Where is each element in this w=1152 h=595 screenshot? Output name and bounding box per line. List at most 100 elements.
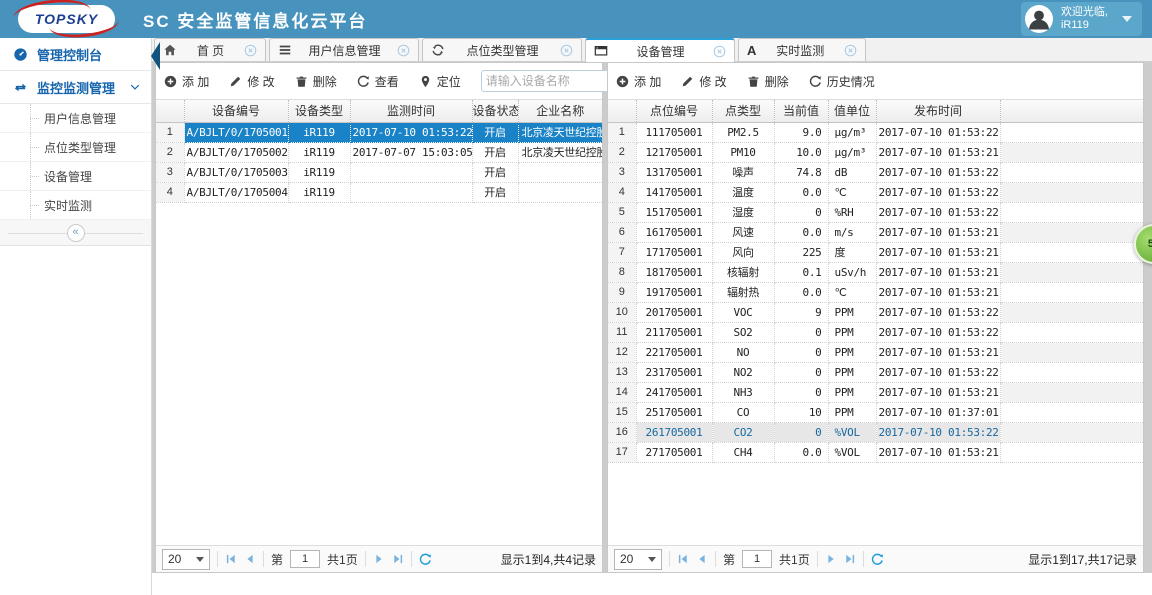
add-button[interactable]: 添 加 (164, 73, 209, 90)
cell: CO (712, 402, 775, 423)
user-dropdown-caret-icon[interactable] (1122, 16, 1132, 22)
delete-button[interactable]: 删除 (747, 73, 789, 90)
first-page-button[interactable] (225, 553, 237, 565)
cell: 2017-07-10 01:53:21 (876, 142, 1001, 163)
page-number-input[interactable] (290, 550, 321, 568)
device-pagination-bar: 20 第 共1页 显示1到4,共4记录 (156, 545, 602, 572)
table-row[interactable]: 4 A/BJLT/0/1705004 iR119 开启 (156, 182, 602, 203)
cell: 2017-07-10 01:53:22 (876, 422, 1001, 443)
first-page-button[interactable] (677, 553, 689, 565)
page-size-select[interactable]: 20 (162, 548, 210, 570)
tab-point-type[interactable]: 点位类型管理 (422, 38, 582, 61)
edit-button[interactable]: 修 改 (681, 73, 727, 90)
header-filler (1000, 100, 1143, 123)
sidebar-item-point-type[interactable]: 点位类型管理 (0, 133, 151, 162)
tab-realtime[interactable]: A 实时监测 (738, 38, 866, 61)
history-button[interactable]: 历史情况 (809, 73, 875, 90)
table-row[interactable]: 2 A/BJLT/0/1705002 iR119 2017-07-07 15:03:0… (156, 142, 602, 163)
table-row[interactable]: 1 A/BJLT/0/1705001 iR119 2017-07-10 01:53:2… (156, 122, 602, 143)
locate-button[interactable]: 定位 (419, 73, 461, 90)
column-header: 点位编号 (636, 100, 713, 123)
add-button[interactable]: 添 加 (616, 73, 661, 90)
view-button[interactable]: 查看 (357, 73, 399, 90)
cell: 2017-07-10 01:53:21 (876, 342, 1001, 363)
cell: 0.0 (774, 182, 829, 203)
tab-home[interactable]: 首 页 (154, 38, 266, 61)
tab-close-icon[interactable] (560, 44, 573, 57)
table-row[interactable]: 11 211705001 SO2 0 PPM 2017-07-10 01:53:22 (608, 322, 1143, 343)
tab-user-info[interactable]: 用户信息管理 (269, 38, 419, 61)
prev-page-button[interactable] (244, 553, 256, 565)
table-row[interactable]: 5 151705001 湿度 0 %RH 2017-07-10 01:53:22 (608, 202, 1143, 223)
cell-filler (1000, 162, 1143, 183)
table-row[interactable]: 17 271705001 CH4 0.0 %VOL 2017-07-10 01:53:21 (608, 442, 1143, 463)
tab-device[interactable]: 设备管理 (585, 38, 735, 62)
point-toolbar: 添 加 修 改 删除 历史情况 (608, 63, 1143, 100)
delete-button[interactable]: 删除 (295, 73, 337, 90)
row-number-header (156, 100, 185, 123)
device-search-input[interactable] (485, 74, 614, 88)
row-number-cell: 11 (608, 322, 637, 343)
tab-close-icon[interactable] (244, 44, 257, 57)
cell: 0 (774, 382, 829, 403)
edit-button[interactable]: 修 改 (229, 73, 275, 90)
table-row[interactable]: 15 251705001 CO 10 PPM 2017-07-10 01:37:01 (608, 402, 1143, 423)
next-page-button[interactable] (373, 553, 385, 565)
dashboard-icon (13, 47, 28, 62)
row-number-cell: 16 (608, 422, 637, 443)
cell: 231705001 (636, 362, 713, 383)
sidebar-item-realtime[interactable]: 实时监测 (0, 191, 151, 220)
refresh-icon[interactable] (871, 553, 884, 566)
table-row[interactable]: 12 221705001 NO 0 PPM 2017-07-10 01:53:21 (608, 342, 1143, 363)
table-row[interactable]: 6 161705001 风速 0.0 m/s 2017-07-10 01:53:21 (608, 222, 1143, 243)
topsky-logo: TOPSKY (18, 5, 115, 33)
table-row[interactable]: 10 201705001 VOC 9 PPM 2017-07-10 01:53:22 (608, 302, 1143, 323)
table-row[interactable]: 1 111705001 PM2.5 9.0 μg/m³ 2017-07-10 01:53:… (608, 122, 1143, 143)
last-page-button[interactable] (844, 553, 856, 565)
sidebar-item-device[interactable]: 设备管理 (0, 162, 151, 191)
page-size-select[interactable]: 20 (614, 548, 662, 570)
refresh-icon[interactable] (419, 553, 432, 566)
tab-close-icon[interactable] (713, 45, 726, 58)
table-row[interactable]: 8 181705001 核辐射 0.1 uSv/h 2017-07-10 01:53:21 (608, 262, 1143, 283)
header-row: 点位编号 点类型 当前值 值单位 发布时间 (608, 100, 1143, 123)
last-page-button[interactable] (392, 553, 404, 565)
sidebar-collapse-arrow[interactable] (151, 42, 160, 70)
cell: A/BJLT/0/1705001 (184, 122, 289, 143)
cell: 131705001 (636, 162, 713, 183)
cell: iR119 (288, 122, 351, 143)
sidebar-group-monitor[interactable]: 监控监测管理 (0, 71, 151, 104)
cell: PPM (828, 342, 877, 363)
table-row[interactable]: 16 261705001 CO2 0 %VOL 2017-07-10 01:53:22 (608, 422, 1143, 443)
cell: 核辐射 (712, 262, 775, 283)
table-row[interactable]: 7 171705001 风向 225 度 2017-07-10 01:53:21 (608, 242, 1143, 263)
collapse-icon[interactable]: « (66, 223, 85, 242)
sidebar-item-user-info[interactable]: 用户信息管理 (0, 104, 151, 133)
table-row[interactable]: 3 A/BJLT/0/1705003 iR119 开启 (156, 162, 602, 183)
cell: CH4 (712, 442, 775, 463)
cell: 121705001 (636, 142, 713, 163)
table-row[interactable]: 2 121705001 PM10 10.0 μg/m³ 2017-07-10 01:53:… (608, 142, 1143, 163)
table-row[interactable]: 13 231705001 NO2 0 PPM 2017-07-10 01:53:22 (608, 362, 1143, 383)
cell: 2017-07-10 01:37:01 (876, 402, 1001, 423)
cell-filler (1000, 402, 1143, 423)
sidebar-collapse-row[interactable]: « (0, 220, 151, 246)
table-row[interactable]: 14 241705001 NH3 0 PPM 2017-07-10 01:53:21 (608, 382, 1143, 403)
table-row[interactable]: 4 141705001 温度 0.0 ℃ 2017-07-10 01:53:22 (608, 182, 1143, 203)
chevron-down-icon[interactable] (129, 81, 141, 93)
tab-close-icon[interactable] (844, 44, 857, 57)
column-header: 设备类型 (288, 100, 351, 123)
user-menu[interactable]: 欢迎光临, iR119 (1020, 2, 1142, 36)
next-page-button[interactable] (825, 553, 837, 565)
prev-page-button[interactable] (696, 553, 708, 565)
sidebar-group-console[interactable]: 管理控制台 (0, 38, 151, 71)
page-number-input[interactable] (742, 550, 773, 568)
table-row[interactable]: 3 131705001 噪声 74.8 dB 2017-07-10 01:53:22 (608, 162, 1143, 183)
cell (518, 162, 602, 183)
tab-close-icon[interactable] (397, 44, 410, 57)
cell: 2017-07-10 01:53:21 (876, 242, 1001, 263)
cell: CO2 (712, 422, 775, 443)
cell: 开启 (472, 122, 519, 143)
cell: 261705001 (636, 422, 713, 443)
table-row[interactable]: 9 191705001 辐射热 0.0 ℃ 2017-07-10 01:53:21 (608, 282, 1143, 303)
